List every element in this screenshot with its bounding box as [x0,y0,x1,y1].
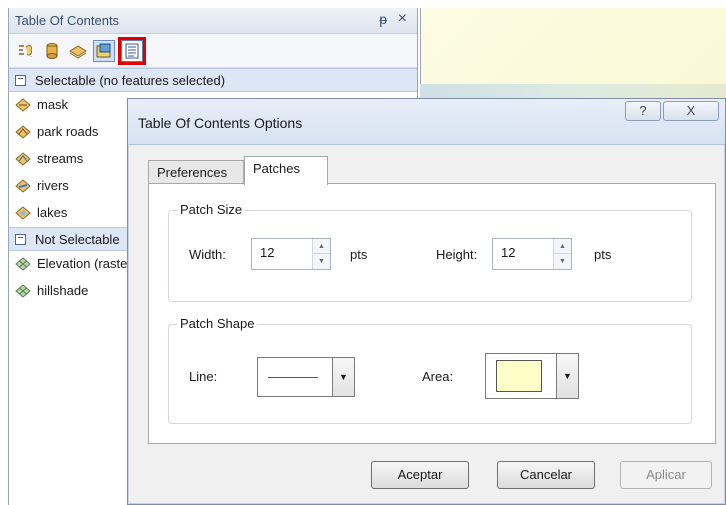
help-icon: ? [639,103,647,118]
toc-titlebar: Table Of Contents ᵽ × [9,8,417,34]
layer-label: hillshade [37,283,89,298]
layer-symbol-icon [15,179,31,193]
layer-symbol-icon [15,152,31,166]
width-label: Width: [189,247,226,262]
layer-symbol-icon [15,206,31,220]
dialog-title: Table Of Contents Options [138,115,303,131]
spin-up-icon[interactable]: ▲ [554,239,571,254]
layer-label: rivers [37,178,69,193]
line-label: Line: [189,369,218,384]
toc-toolbar: : [9,34,417,68]
list-by-drawing-order-icon[interactable]: : [15,40,37,62]
layer-label: lakes [37,205,68,220]
toc-title: Table Of Contents [15,13,120,28]
layer-label: streams [37,151,84,166]
cancel-button[interactable]: Cancelar [497,461,595,489]
patch-shape-legend: Patch Shape [177,316,258,331]
line-patch-dropdown[interactable]: ▼ [257,357,355,397]
list-by-selection-icon[interactable] [93,40,115,62]
patches-tab-page: Patch Size Width: 12 ▲ ▼ pts Height: 12 … [148,183,716,444]
group-label: Not Selectable [35,232,120,247]
width-unit: pts [350,247,368,262]
line-preview [268,377,318,378]
layer-symbol-icon [15,98,31,112]
area-patch-dropdown[interactable]: ▼ [485,353,579,399]
close-icon: X [686,103,696,118]
height-spinner[interactable]: 12 ▲ ▼ [492,238,572,270]
spin-up-icon[interactable]: ▲ [313,239,330,254]
group-header-selectable[interactable]: − Selectable (no features selected) [9,68,417,92]
layer-label: mask [37,97,69,112]
dialog-close-button[interactable]: X [663,101,719,121]
height-unit: pts [594,247,612,262]
width-stepper[interactable]: ▲ ▼ [312,239,330,269]
height-label: Height: [436,247,478,262]
width-spinner[interactable]: 12 ▲ ▼ [251,238,331,270]
toc-close-icon[interactable]: × [398,10,407,28]
svg-text::: : [30,52,32,59]
patch-shape-group: Patch Shape Line: ▼ Area: ▼ [168,316,692,424]
layer-label: park roads [37,124,99,139]
collapse-toggle-icon[interactable]: − [15,75,26,86]
spin-down-icon[interactable]: ▼ [554,254,571,269]
apply-button[interactable]: Aplicar [620,461,712,489]
height-stepper[interactable]: ▲ ▼ [553,239,571,269]
help-button[interactable]: ? [625,101,661,121]
patch-size-legend: Patch Size [177,202,246,217]
layer-label: Elevation (raster) [37,256,136,271]
spin-down-icon[interactable]: ▼ [313,254,330,269]
list-by-source-icon[interactable] [41,40,63,62]
dialog-titlebar: Table Of Contents Options ? X [128,99,725,145]
toc-options-dialog: Table Of Contents Options ? X Preference… [127,98,726,505]
list-by-visibility-icon[interactable] [67,40,89,62]
options-icon[interactable] [118,37,146,65]
raster-layer-icon [15,257,31,271]
area-preview-swatch [496,360,542,392]
patch-size-group: Patch Size Width: 12 ▲ ▼ pts Height: 12 … [168,202,692,302]
chevron-down-icon[interactable]: ▼ [332,358,354,396]
ok-button[interactable]: Aceptar [371,461,469,489]
raster-layer-icon [15,284,31,298]
pin-icon[interactable]: ᵽ [379,11,387,27]
tab-preferences[interactable]: Preferences [148,160,244,184]
width-value: 12 [260,245,275,260]
height-value: 12 [501,245,516,260]
tab-patches[interactable]: Patches [244,156,328,185]
area-label: Area: [422,369,454,384]
chevron-down-icon[interactable]: ▼ [556,354,578,398]
group-label: Selectable (no features selected) [35,73,226,88]
collapse-toggle-icon[interactable]: − [15,234,26,245]
layer-symbol-icon [15,125,31,139]
